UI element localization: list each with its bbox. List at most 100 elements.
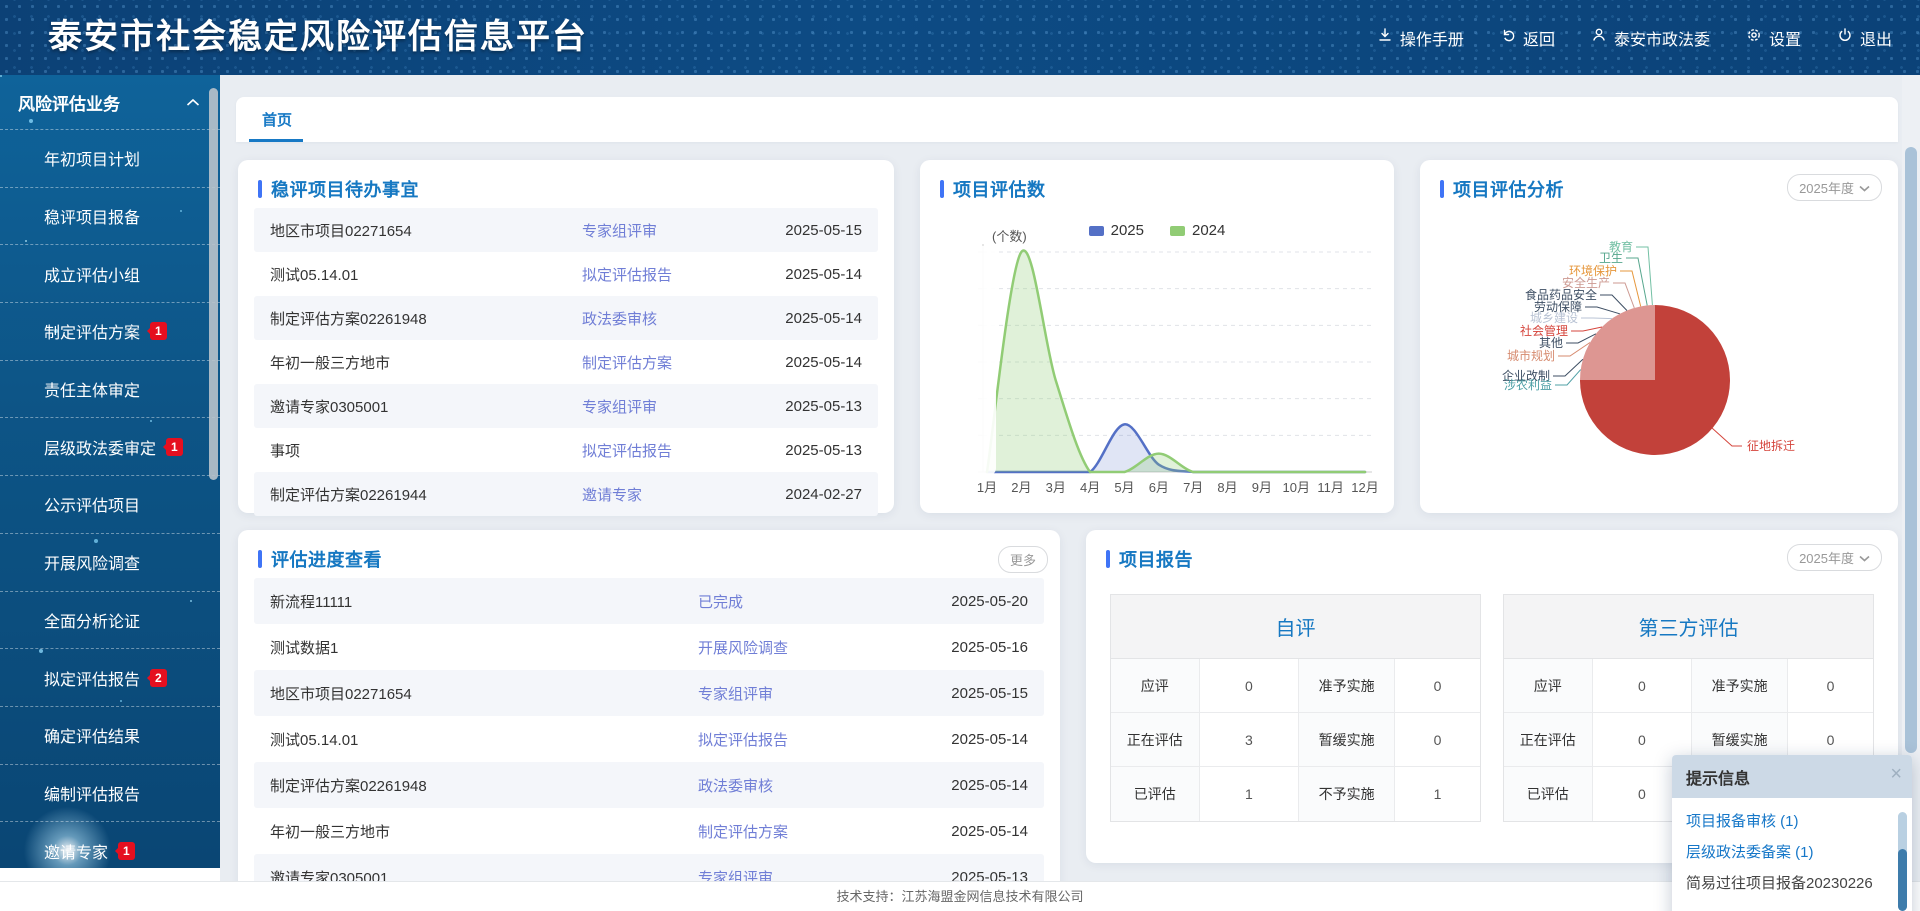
report-table-grid: 应评0准予实施0正在评估3暂缓实施0已评估1不予实施1 <box>1111 659 1480 821</box>
row-date: 2025-05-14 <box>754 266 862 283</box>
tab-home[interactable]: 首页 <box>244 97 310 142</box>
sidebar-item-label: 制定评估方案 <box>44 319 140 343</box>
sidebar-item-9[interactable]: 全面分析论证 <box>0 592 220 650</box>
table-row: 测试05.14.01拟定评估报告2025-05-14 <box>254 252 878 296</box>
popup-link[interactable]: 层级政法委备案 (1) <box>1686 841 1898 862</box>
sidebar-item-11[interactable]: 确定评估结果 <box>0 707 220 765</box>
report-table-1: 自评应评0准予实施0正在评估3暂缓实施0已评估1不予实施1 <box>1110 594 1481 822</box>
table-row: 邀请专家0305001专家组评审2025-05-13 <box>254 384 878 428</box>
report-cell-value: 1 <box>1200 767 1300 821</box>
row-status-link[interactable]: 拟定评估报告 <box>698 729 910 750</box>
chevron-down-icon <box>1859 180 1870 195</box>
panel-report-title: 项目报告 <box>1119 546 1193 572</box>
sidebar-item-1[interactable]: 年初项目计划 <box>0 130 220 188</box>
chevron-up-icon <box>186 92 200 112</box>
logout-button[interactable]: 退出 <box>1837 26 1892 50</box>
row-date: 2025-05-16 <box>910 639 1028 656</box>
panel-progress-title: 评估进度查看 <box>271 546 382 572</box>
settings-button[interactable]: 设置 <box>1746 26 1801 50</box>
row-status-link[interactable]: 已完成 <box>698 591 910 612</box>
sidebar-item-4[interactable]: 制定评估方案1 <box>0 303 220 361</box>
report-cell-label: 暂缓实施 <box>1299 713 1395 767</box>
report-cell-value: 0 <box>1200 659 1300 713</box>
report-year-filter-value: 2025年度 <box>1799 548 1854 567</box>
sidebar-item-3[interactable]: 成立评估小组 <box>0 245 220 303</box>
report-cell-label: 不予实施 <box>1299 767 1395 821</box>
sidebar-item-13[interactable]: 邀请专家1 <box>0 822 220 868</box>
x-axis-label: 4月 <box>1080 480 1100 495</box>
table-row: 测试05.14.01拟定评估报告2025-05-14 <box>254 716 1044 762</box>
row-date: 2025-05-14 <box>910 777 1028 794</box>
manual-button[interactable]: 操作手册 <box>1377 26 1464 50</box>
row-status-link[interactable]: 拟定评估报告 <box>582 440 754 461</box>
sidebar-item-2[interactable]: 稳评项目报备 <box>0 188 220 246</box>
user-icon <box>1591 27 1607 48</box>
row-date: 2025-05-14 <box>910 731 1028 748</box>
page-footer: 技术支持：江苏海盟金网信息技术有限公司 <box>0 881 1920 911</box>
pie-leader-line <box>1613 283 1634 308</box>
x-axis-label: 5月 <box>1114 480 1134 495</box>
row-status-link[interactable]: 政法委审核 <box>582 308 754 329</box>
pie-leader-line <box>1620 271 1641 306</box>
table-row: 年初一般三方地市制定评估方案2025-05-14 <box>254 340 878 384</box>
table-row: 制定评估方案02261948政法委审核2025-05-14 <box>254 762 1044 808</box>
sidebar-group-risk-assessment[interactable]: 风险评估业务 <box>0 75 220 130</box>
report-cell-label: 准予实施 <box>1692 659 1788 713</box>
user-account-button[interactable]: 泰安市政法委 <box>1591 26 1710 50</box>
table-row: 制定评估方案02261948政法委审核2025-05-14 <box>254 296 878 340</box>
row-status-link[interactable]: 专家组评审 <box>698 683 910 704</box>
row-status-link[interactable]: 开展风险调查 <box>698 637 910 658</box>
sidebar-item-6[interactable]: 层级政法委审定1 <box>0 418 220 476</box>
row-date: 2024-02-27 <box>754 486 862 503</box>
sidebar-item-7[interactable]: 公示评估项目 <box>0 476 220 534</box>
page-scrollbar-thumb[interactable] <box>1905 147 1917 753</box>
popup-link[interactable]: 项目报备审核 (1) <box>1686 810 1898 831</box>
report-cell-value: 1 <box>1395 767 1480 821</box>
badge-count: 1 <box>166 438 183 456</box>
year-filter-dropdown[interactable]: 2025年度 <box>1787 174 1882 201</box>
table-row: 地区市项目02271654专家组评审2025-05-15 <box>254 208 878 252</box>
header-menu: 操作手册 返回 泰安市政法委 设置 退出 <box>1377 0 1892 75</box>
more-button[interactable]: 更多 <box>998 546 1048 573</box>
table-row: 事项拟定评估报告2025-05-13 <box>254 428 878 472</box>
row-status-link[interactable]: 专家组评审 <box>582 396 754 417</box>
logout-label: 退出 <box>1860 26 1892 50</box>
x-axis-label: 12月 <box>1351 480 1378 495</box>
title-accent-bar <box>258 180 262 198</box>
tab-home-label: 首页 <box>262 109 292 130</box>
panel-todo-title: 稳评项目待办事宜 <box>271 176 419 202</box>
row-status-link[interactable]: 拟定评估报告 <box>582 264 754 285</box>
row-date: 2025-05-14 <box>910 823 1028 840</box>
sidebar-item-8[interactable]: 开展风险调查 <box>0 534 220 592</box>
sidebar: 风险评估业务 年初项目计划稳评项目报备成立评估小组制定评估方案1责任主体审定层级… <box>0 75 220 868</box>
row-status-link[interactable]: 专家组评审 <box>582 220 754 241</box>
row-date: 2025-05-14 <box>754 354 862 371</box>
row-status-link[interactable]: 制定评估方案 <box>582 352 754 373</box>
pie-leader-line <box>1712 428 1742 446</box>
sidebar-item-label: 公示评估项目 <box>44 492 140 516</box>
row-project-name: 年初一般三方地市 <box>270 821 698 842</box>
row-status-link[interactable]: 政法委审核 <box>698 775 910 796</box>
sidebar-item-12[interactable]: 编制评估报告 <box>0 765 220 823</box>
row-status-link[interactable]: 邀请专家 <box>582 484 754 505</box>
manual-label: 操作手册 <box>1400 26 1464 50</box>
app-title: 泰安市社会稳定风险评估信息平台 <box>48 0 588 75</box>
row-date: 2025-05-13 <box>754 398 862 415</box>
close-icon[interactable]: × <box>1890 764 1902 784</box>
sidebar-item-10[interactable]: 拟定评估报告2 <box>0 649 220 707</box>
popup-item-list: 项目报备审核 (1)层级政法委备案 (1)简易过往项目报备20230226 <box>1672 798 1912 893</box>
x-axis-label: 10月 <box>1283 480 1310 495</box>
row-project-name: 事项 <box>270 440 582 461</box>
chevron-down-icon <box>1859 550 1870 565</box>
sidebar-item-5[interactable]: 责任主体审定 <box>0 361 220 419</box>
popup-scrollbar-thumb[interactable] <box>1898 849 1907 911</box>
sidebar-scrollbar-thumb[interactable] <box>209 88 218 480</box>
row-status-link[interactable]: 制定评估方案 <box>698 821 910 842</box>
report-cell-label: 已评估 <box>1111 767 1200 821</box>
pie-leader-line <box>1553 359 1583 376</box>
sidebar-item-label: 成立评估小组 <box>44 262 140 286</box>
series-2024-area <box>987 251 1365 472</box>
report-year-filter-dropdown[interactable]: 2025年度 <box>1787 544 1882 571</box>
x-axis-label: 3月 <box>1046 480 1066 495</box>
back-button[interactable]: 返回 <box>1500 26 1555 50</box>
